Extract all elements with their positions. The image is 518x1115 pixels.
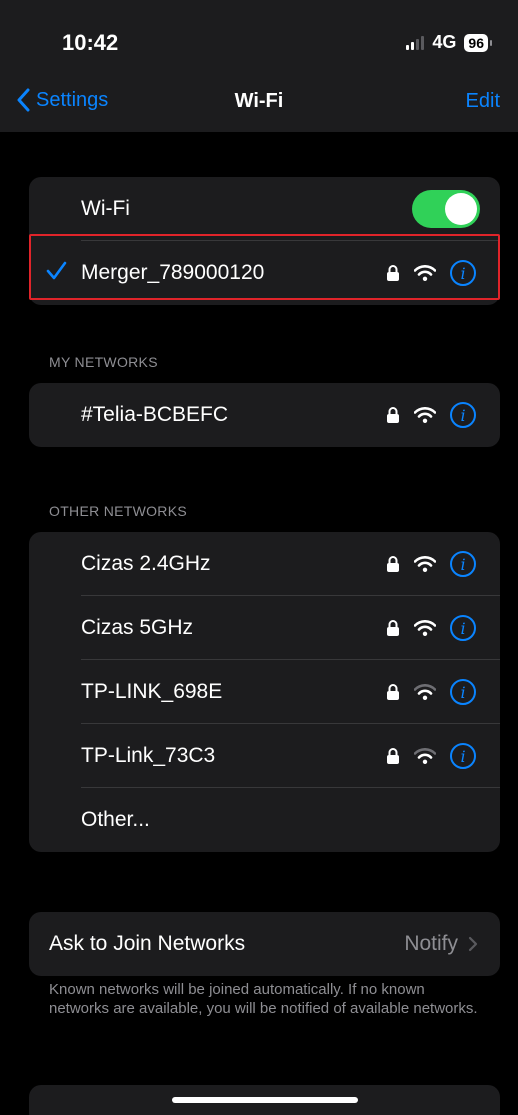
wifi-toggle[interactable] <box>412 190 480 228</box>
lock-icon <box>387 748 399 764</box>
network-name: Cizas 5GHz <box>81 616 194 639</box>
status-indicators: 4G 96 <box>406 32 492 53</box>
network-row[interactable]: Cizas 2.4GHz i <box>29 532 500 596</box>
ask-to-join-row[interactable]: Ask to Join Networks Notify <box>29 912 500 976</box>
network-row[interactable]: TP-LINK_698E i <box>29 660 500 724</box>
wifi-toggle-label: Wi-Fi <box>81 197 130 220</box>
ask-to-join-label: Ask to Join Networks <box>49 932 246 955</box>
other-networks-group: Cizas 2.4GHz i Cizas 5GHz i TP-LINK_698E… <box>29 532 500 852</box>
info-icon[interactable]: i <box>450 615 476 641</box>
my-networks-header: MY NETWORKS <box>49 354 158 370</box>
other-network-label: Other... <box>81 808 150 831</box>
info-icon[interactable]: i <box>450 551 476 577</box>
ask-to-join-value: Notify <box>404 932 458 955</box>
home-indicator[interactable] <box>172 1097 358 1103</box>
network-name: Cizas 2.4GHz <box>81 552 211 575</box>
cellular-signal-icon <box>406 35 425 50</box>
battery-icon: 96 <box>464 33 492 52</box>
network-row[interactable]: TP-Link_73C3 i <box>29 724 500 788</box>
ask-to-join-group: Ask to Join Networks Notify <box>29 912 500 976</box>
lock-icon <box>387 407 399 423</box>
network-status-icons: i <box>386 260 476 286</box>
other-network-row[interactable]: Other... <box>29 788 500 852</box>
lock-icon <box>387 684 399 700</box>
wifi-weak-icon <box>414 684 436 700</box>
connected-network-row[interactable]: Merger_789000120 i <box>29 241 500 305</box>
ask-to-join-footnote: Known networks will be joined automatica… <box>49 981 478 1017</box>
wifi-icon <box>414 556 436 572</box>
network-name: #Telia-BCBEFC <box>81 403 229 426</box>
info-icon[interactable]: i <box>450 679 476 705</box>
wifi-weak-icon <box>414 748 436 764</box>
chevron-right-icon <box>468 936 478 952</box>
network-type: 4G <box>432 32 457 52</box>
network-row[interactable]: #Telia-BCBEFC i <box>29 383 500 447</box>
info-icon[interactable]: i <box>450 402 476 428</box>
lock-icon <box>387 620 399 636</box>
info-icon[interactable]: i <box>450 260 476 286</box>
wifi-icon <box>414 407 436 423</box>
other-networks-header: OTHER NETWORKS <box>49 503 187 519</box>
wifi-icon <box>414 620 436 636</box>
info-icon[interactable]: i <box>450 743 476 769</box>
checkmark-icon <box>46 261 67 280</box>
wifi-toggle-row: Wi-Fi <box>29 177 500 241</box>
navigation-bar: Settings Wi-Fi Edit <box>0 80 518 132</box>
network-name: TP-Link_73C3 <box>81 744 216 767</box>
edit-button[interactable]: Edit <box>466 90 500 113</box>
lock-icon <box>387 265 399 281</box>
toggle-knob <box>445 193 477 225</box>
wifi-group: Wi-Fi Merger_789000120 i <box>29 177 500 305</box>
network-name: TP-LINK_698E <box>81 680 223 703</box>
wifi-icon <box>414 265 436 281</box>
status-time: 10:42 <box>62 30 119 55</box>
status-bar: 10:42 4G 96 <box>0 0 518 80</box>
lock-icon <box>387 556 399 572</box>
connected-network-name: Merger_789000120 <box>81 261 265 284</box>
network-row[interactable]: Cizas 5GHz i <box>29 596 500 660</box>
my-networks-group: #Telia-BCBEFC i <box>29 383 500 447</box>
page-title: Wi-Fi <box>234 90 284 112</box>
